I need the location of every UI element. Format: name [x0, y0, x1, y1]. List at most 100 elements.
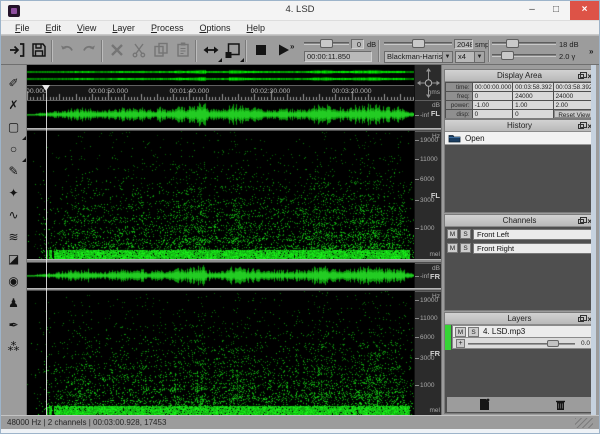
- display-area-value[interactable]: 00:03:58.392: [554, 83, 593, 91]
- channel-name[interactable]: Front Right: [473, 243, 592, 254]
- window-border: [1, 429, 599, 434]
- display-area-value[interactable]: 00:03:58.392: [513, 83, 552, 91]
- history-item[interactable]: Open: [445, 132, 594, 145]
- time-position-field[interactable]: 00:00:11.850: [304, 51, 372, 62]
- maximize-button[interactable]: □: [545, 1, 567, 20]
- save-button[interactable]: [28, 40, 49, 61]
- fft-size-field[interactable]: 2048: [454, 39, 473, 49]
- overview-strip[interactable]: [27, 65, 414, 85]
- status-text: 48000 Hz | 2 channels | 00:03:00.928, 17…: [7, 418, 166, 427]
- popout-icon[interactable]: [578, 124, 584, 129]
- playhead[interactable]: [46, 85, 47, 415]
- time-ruler[interactable]: 00:00:00.00000:00:50.00000:01:40.00000:0…: [27, 85, 414, 100]
- open-button[interactable]: [6, 40, 27, 61]
- pencil-tool[interactable]: ✒: [3, 315, 25, 337]
- paste-button[interactable]: [172, 40, 193, 61]
- spectral-display[interactable]: hmsdBFL-infHzFLmel1900011000600030001000…: [27, 65, 441, 415]
- rectangle-select-tool[interactable]: ▢: [3, 117, 25, 139]
- popout-icon[interactable]: [578, 219, 584, 224]
- display-area-value[interactable]: 24000: [554, 92, 593, 100]
- stop-button[interactable]: [250, 40, 271, 61]
- db-unit-label: dB: [432, 102, 440, 109]
- playhead-marker[interactable]: [42, 85, 50, 91]
- lasso-select-tool[interactable]: ○: [3, 139, 25, 161]
- eraser-tool[interactable]: ◪: [3, 249, 25, 271]
- display-area-value[interactable]: 00:00:00.000: [473, 83, 512, 91]
- airbrush-tool[interactable]: ⁂: [3, 337, 25, 359]
- channel-label: FR: [430, 273, 440, 280]
- popout-icon[interactable]: [578, 74, 584, 79]
- display-area-value[interactable]: -1.00: [473, 101, 512, 109]
- harmonics-tool[interactable]: ≋: [3, 227, 25, 249]
- spectrogram-front-right[interactable]: [27, 291, 414, 415]
- display-area-value[interactable]: 0: [473, 110, 512, 118]
- display-area-value[interactable]: 0: [473, 92, 512, 100]
- magic-wand-tool[interactable]: ✦: [3, 183, 25, 205]
- menu-help[interactable]: Help: [239, 23, 274, 33]
- status-bar: 48000 Hz | 2 channels | 00:03:00.928, 17…: [1, 415, 599, 429]
- chevron-down-icon[interactable]: ▼: [474, 52, 484, 62]
- mute-button[interactable]: M: [447, 229, 458, 239]
- mute-button[interactable]: M: [455, 327, 466, 337]
- freq-tick-label: 6000: [420, 334, 434, 341]
- stamp-tool[interactable]: ♟: [3, 293, 25, 315]
- resize-grip[interactable]: [575, 418, 593, 428]
- solo-button[interactable]: S: [468, 327, 479, 337]
- menu-view[interactable]: View: [69, 23, 104, 33]
- gain-value-field[interactable]: 0: [351, 39, 364, 49]
- waveform-front-right[interactable]: [27, 263, 414, 288]
- play-button[interactable]: [272, 40, 293, 61]
- panel-title[interactable]: Channels ×: [445, 215, 594, 227]
- time-resize-button[interactable]: [200, 40, 221, 61]
- menu-options[interactable]: Options: [191, 23, 238, 33]
- display-area-value[interactable]: 24000: [513, 92, 552, 100]
- layer-row[interactable]: MS4. LSD.mp3: [452, 325, 594, 338]
- window-function-dropdown[interactable]: Blackman-Harris▼: [384, 51, 453, 63]
- fft-size-slider[interactable]: [384, 39, 452, 48]
- transform-button[interactable]: [222, 40, 243, 61]
- oversample-dropdown[interactable]: x4▼: [455, 51, 485, 63]
- waveform-front-left[interactable]: [27, 100, 414, 128]
- solo-button[interactable]: S: [460, 243, 471, 253]
- freq-scale-label: mel: [430, 407, 440, 414]
- brush-tool[interactable]: ✎: [3, 161, 25, 183]
- pin-tool[interactable]: ◉: [3, 271, 25, 293]
- display-area-value[interactable]: 2.00: [554, 101, 593, 109]
- pen-tool[interactable]: ✐: [3, 73, 25, 95]
- gain-slider[interactable]: [304, 39, 349, 48]
- expand-button[interactable]: +: [456, 339, 465, 348]
- scale-column: hmsdBFL-infHzFLmel1900011000600030001000…: [414, 65, 441, 415]
- curve-tool[interactable]: ∿: [3, 205, 25, 227]
- cut-button[interactable]: [128, 40, 149, 61]
- layer-opacity-slider[interactable]: [468, 340, 575, 347]
- copy-button[interactable]: [150, 40, 171, 61]
- undo-button[interactable]: [56, 40, 77, 61]
- channel-name[interactable]: Front Left: [473, 229, 592, 240]
- mute-button[interactable]: M: [447, 243, 458, 253]
- patch-tool[interactable]: ✗: [3, 95, 25, 117]
- menu-process[interactable]: Process: [143, 23, 192, 33]
- menu-edit[interactable]: Edit: [38, 23, 70, 33]
- toolbar-overflow-icon[interactable]: »: [589, 47, 592, 56]
- spectrogram-front-left[interactable]: [27, 131, 414, 259]
- reset-view-button[interactable]: Reset View: [554, 110, 593, 118]
- panel-title[interactable]: Layers ×: [445, 313, 594, 325]
- display-area-value[interactable]: 0: [513, 110, 552, 118]
- popout-icon[interactable]: [578, 317, 584, 322]
- redo-button[interactable]: [78, 40, 99, 61]
- brightness-slider[interactable]: [492, 39, 556, 48]
- panel-title[interactable]: Display Area ×: [445, 70, 594, 82]
- new-layer-icon[interactable]: [479, 398, 490, 411]
- panel-title[interactable]: History ×: [445, 120, 594, 132]
- delete-button[interactable]: [106, 40, 127, 61]
- chevron-down-icon[interactable]: ▼: [442, 52, 452, 62]
- close-button[interactable]: ×: [570, 1, 599, 20]
- freq-tick-label: 3000: [420, 355, 434, 362]
- minimize-button[interactable]: –: [521, 1, 543, 20]
- solo-button[interactable]: S: [460, 229, 471, 239]
- menu-file[interactable]: File: [7, 23, 38, 33]
- gamma-slider[interactable]: [492, 51, 556, 60]
- menu-layer[interactable]: Layer: [104, 23, 143, 33]
- delete-layer-icon[interactable]: [555, 399, 566, 411]
- display-area-value[interactable]: 1.00: [513, 101, 552, 109]
